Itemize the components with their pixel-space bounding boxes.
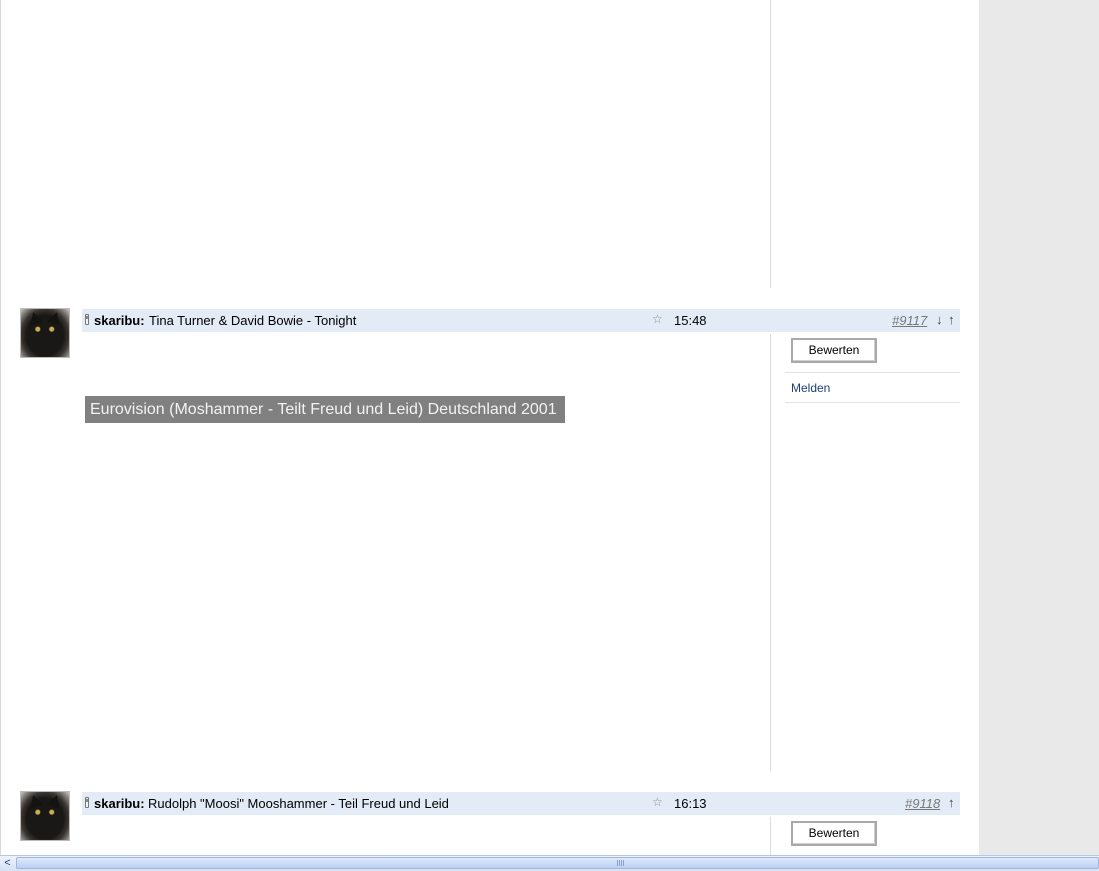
report-link[interactable]: Melden <box>791 381 830 395</box>
post-time: 16:13 <box>674 796 707 811</box>
mobile-phone-icon <box>85 797 89 808</box>
post-header: skaribu: Rudolph "Moosi" Mooshammer - Te… <box>82 792 960 815</box>
post-time: 15:48 <box>674 313 707 328</box>
avatar-ear <box>46 793 64 809</box>
sidebar-divider <box>785 372 960 373</box>
post-number-link[interactable]: #9118 <box>905 796 940 811</box>
video-title[interactable]: Eurovision (Moshammer - Teilt Freud und … <box>85 396 565 423</box>
column-divider <box>770 817 771 855</box>
star-icon[interactable]: ☆ <box>652 312 663 326</box>
avatar[interactable] <box>20 308 70 358</box>
arrow-up-icon[interactable]: ↑ <box>948 312 955 327</box>
mobile-phone-icon <box>85 314 89 325</box>
avatar-ear <box>26 793 44 809</box>
arrow-down-icon[interactable]: ↓ <box>936 312 943 327</box>
avatar-ear <box>46 310 64 326</box>
horizontal-scrollbar[interactable]: < <box>0 855 1099 871</box>
star-icon[interactable]: ☆ <box>652 795 663 809</box>
scroll-left-icon[interactable]: < <box>0 856 15 871</box>
avatar-ear <box>26 310 44 326</box>
post-author[interactable]: skaribu: <box>94 796 145 811</box>
sidebar-divider <box>785 402 960 403</box>
scrollbar-thumb[interactable] <box>16 857 1099 869</box>
arrow-up-icon[interactable]: ↑ <box>948 795 955 810</box>
post-author[interactable]: skaribu: <box>94 313 145 328</box>
page-left-border <box>0 0 1 855</box>
rate-button[interactable]: Bewerten <box>791 821 877 846</box>
post-title: Rudolph "Moosi" Mooshammer - Teil Freud … <box>148 796 449 811</box>
column-divider <box>770 0 771 288</box>
right-gutter <box>979 0 1099 855</box>
grip-icon <box>617 860 625 866</box>
rate-button[interactable]: Bewerten <box>791 338 877 363</box>
avatar[interactable] <box>20 791 70 841</box>
post-header: skaribu: Tina Turner & David Bowie - Ton… <box>82 309 960 332</box>
post-title: Tina Turner & David Bowie - Tonight <box>149 313 357 328</box>
column-divider <box>770 334 771 771</box>
post-number-link[interactable]: #9117 <box>892 313 927 328</box>
